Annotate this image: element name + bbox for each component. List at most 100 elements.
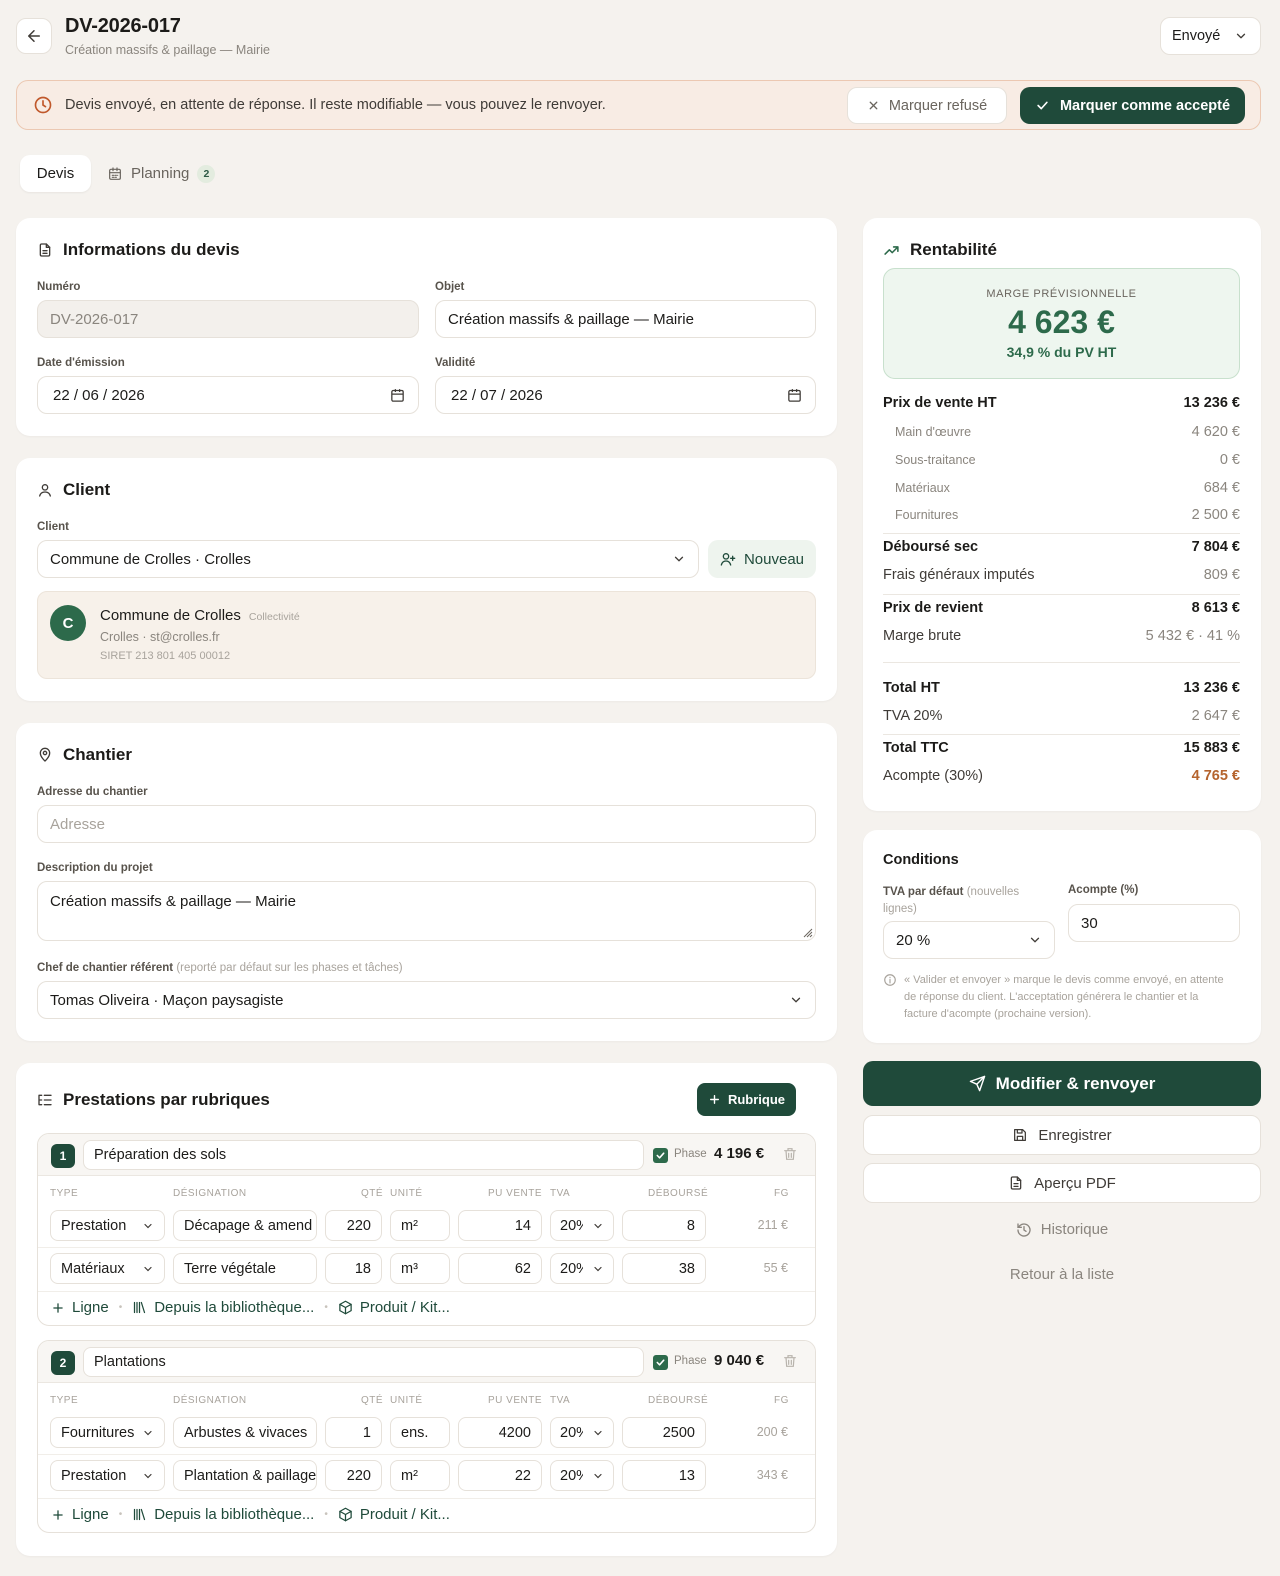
designation-input[interactable]: Arbustes & vivaces: [173, 1417, 317, 1448]
validite-field[interactable]: 22 / 07 / 2026: [435, 376, 816, 414]
delete-rubrique-button[interactable]: [782, 1146, 798, 1162]
mark-refused-button[interactable]: Marquer refusé: [847, 87, 1007, 124]
row-tva: TVA 20% 2 647 €: [883, 708, 1240, 724]
row-mo: Main d'œuvre 4 620 €: [895, 424, 1240, 440]
qte-input[interactable]: 220: [325, 1460, 382, 1491]
add-line-button[interactable]: Ligne: [51, 1506, 109, 1523]
numero-field: DV-2026-017: [37, 300, 419, 338]
new-client-button[interactable]: Nouveau: [708, 540, 816, 578]
client-select[interactable]: Commune de Crolles · Crolles: [37, 540, 699, 578]
marge-box: MARGE PRÉVISIONNELLE 4 623 € 34,9 % du P…: [883, 268, 1240, 379]
tab-planning[interactable]: Planning 2: [107, 155, 216, 192]
adresse-input[interactable]: Adresse: [37, 805, 816, 843]
debourse-input[interactable]: 2500: [622, 1417, 706, 1448]
acompte-input[interactable]: 30: [1068, 904, 1240, 942]
product-kit-button[interactable]: Produit / Kit...: [338, 1299, 450, 1316]
phase-checkbox[interactable]: [653, 1148, 668, 1163]
calendar-icon[interactable]: [389, 387, 406, 404]
tva-select[interactable]: 20%: [550, 1253, 614, 1284]
pu-input[interactable]: 14: [458, 1210, 542, 1241]
designation-input[interactable]: Décapage & amend: [173, 1210, 317, 1241]
calendar-icon[interactable]: [786, 387, 803, 404]
col-tva: TVA: [550, 1188, 571, 1199]
rubrique-name-input[interactable]: Plantations: [83, 1347, 644, 1377]
modify-resend-button[interactable]: Modifier & renvoyer: [863, 1061, 1261, 1106]
pu-input[interactable]: 22: [458, 1460, 542, 1491]
unite-input[interactable]: m²: [390, 1460, 450, 1491]
type-select[interactable]: Prestation: [50, 1210, 165, 1241]
client-card: Client Client Commune de Crolles · Croll…: [16, 458, 837, 701]
tab-planning-badge: 2: [197, 164, 216, 183]
debourse-input[interactable]: 38: [622, 1253, 706, 1284]
back-to-list-link[interactable]: Retour à la liste: [863, 1266, 1261, 1283]
tab-devis-label: Devis: [36, 165, 75, 182]
conditions-card: Conditions TVA par défaut (nouvelles lig…: [863, 830, 1261, 1043]
qte-input[interactable]: 220: [325, 1210, 382, 1241]
debourse-input[interactable]: 8: [622, 1210, 706, 1241]
objet-field[interactable]: Création massifs & paillage — Mairie: [435, 300, 816, 338]
col-pu: PU VENTE: [488, 1395, 543, 1406]
type-select[interactable]: Prestation: [50, 1460, 165, 1491]
date-field[interactable]: 22 / 06 / 2026: [37, 376, 419, 414]
status-select[interactable]: Envoyé: [1160, 17, 1261, 55]
column-headers: TYPE DÉSIGNATION QTÉ UNITÉ PU VENTE TVA DÉBOUR…: [38, 1395, 815, 1407]
package-icon: [339, 1507, 352, 1522]
marge-pct: 34,9 % du PV HT: [1006, 344, 1117, 360]
type-select[interactable]: Matériaux: [50, 1253, 165, 1284]
back-button[interactable]: [16, 18, 52, 54]
map-pin-icon: [39, 747, 51, 762]
debourse-input[interactable]: 13: [622, 1460, 706, 1491]
rubrique-number: 1: [51, 1144, 75, 1168]
add-rubrique-button[interactable]: Rubrique: [697, 1083, 796, 1116]
history-button[interactable]: Historique: [863, 1221, 1261, 1238]
tva-select[interactable]: 20%: [550, 1417, 614, 1448]
from-library-button[interactable]: Depuis la bibliothèque...: [132, 1506, 314, 1523]
tab-devis[interactable]: Devis: [20, 155, 91, 192]
type-select[interactable]: Fournitures: [50, 1417, 165, 1448]
chevron-down-icon: [594, 1430, 602, 1435]
unite-input[interactable]: m²: [390, 1210, 450, 1241]
tva-default-select[interactable]: 20 %: [883, 921, 1055, 959]
status-banner: Devis envoyé, en attente de réponse. Il …: [16, 80, 1261, 130]
add-line-button[interactable]: Ligne: [51, 1299, 109, 1316]
tva-select[interactable]: 20%: [550, 1210, 614, 1241]
from-library-button[interactable]: Depuis la bibliothèque...: [132, 1299, 314, 1316]
marge-value: 4 623 €: [1008, 304, 1115, 340]
designation-input[interactable]: Plantation & paillage: [173, 1460, 317, 1491]
validite-label: Validité: [435, 357, 476, 369]
designation-input[interactable]: Terre végétale: [173, 1253, 317, 1284]
pu-input[interactable]: 4200: [458, 1417, 542, 1448]
col-qte: QTÉ: [361, 1188, 384, 1199]
client-name: Commune de Crolles: [100, 607, 241, 624]
row-mb: Marge brute 5 432 € · 41 %: [883, 628, 1240, 644]
mark-accepted-button[interactable]: Marquer comme accepté: [1020, 87, 1245, 124]
library-icon: [134, 1301, 146, 1314]
col-debourse: DÉBOURSÉ: [648, 1188, 709, 1199]
pu-input[interactable]: 62: [458, 1253, 542, 1284]
row-mat: Matériaux 684 €: [895, 480, 1240, 496]
resize-handle-icon[interactable]: [801, 926, 813, 938]
tva-select[interactable]: 20%: [550, 1460, 614, 1491]
rubrique-actions: Ligne • Depuis la bibliothèque... • Produit …: [51, 1506, 450, 1523]
qte-input[interactable]: 1: [325, 1417, 382, 1448]
rubrique-name-input[interactable]: Préparation des sols: [83, 1140, 644, 1170]
pdf-preview-button[interactable]: Aperçu PDF: [863, 1163, 1261, 1203]
type-value: Matériaux: [61, 1260, 125, 1277]
status-value: Envoyé: [1172, 28, 1221, 44]
tva-value: 20%: [560, 1424, 583, 1441]
row-pr: Prix de revient 8 613 €: [883, 600, 1240, 616]
rubrique-total: 4 196 €: [714, 1145, 765, 1162]
unite-input[interactable]: m³: [390, 1253, 450, 1284]
save-button[interactable]: Enregistrer: [863, 1115, 1261, 1155]
description-textarea[interactable]: Création massifs & paillage — Mairie: [37, 881, 816, 941]
qte-input[interactable]: 18: [325, 1253, 382, 1284]
add-rubrique-label: Rubrique: [727, 1092, 786, 1107]
delete-rubrique-button[interactable]: [782, 1353, 798, 1369]
phase-checkbox[interactable]: [653, 1355, 668, 1370]
unite-input[interactable]: ens.: [390, 1417, 450, 1448]
product-kit-button[interactable]: Produit / Kit...: [338, 1506, 450, 1523]
from-library-label: Depuis la bibliothèque...: [154, 1506, 315, 1523]
objet-value: Création massifs & paillage — Mairie: [448, 310, 694, 328]
unite-value: m²: [401, 1217, 418, 1234]
chef-select[interactable]: Tomas Oliveira · Maçon paysagiste: [37, 981, 816, 1019]
